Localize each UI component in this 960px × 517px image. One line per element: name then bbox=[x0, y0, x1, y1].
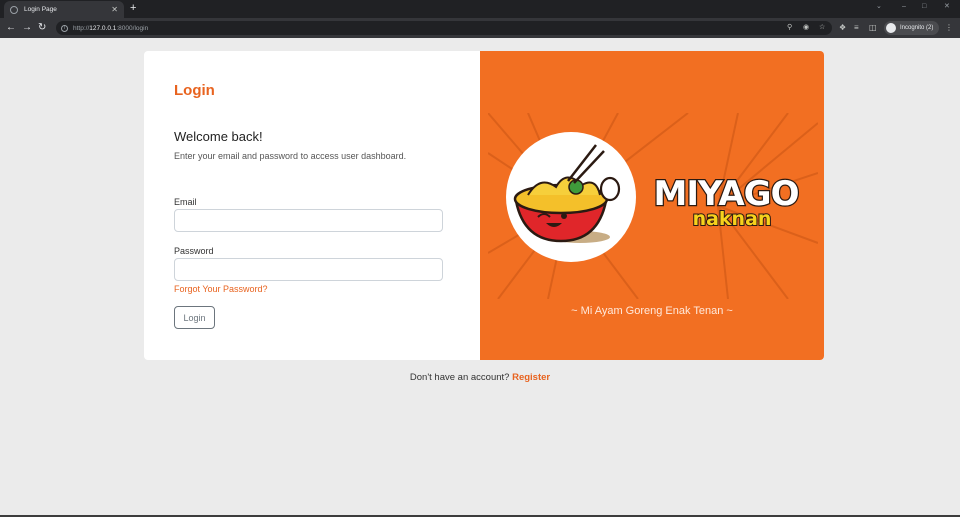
zoom-icon[interactable]: ⚲ bbox=[787, 21, 792, 35]
browser-menu-icon[interactable]: ⋮ bbox=[945, 21, 953, 35]
incognito-icon bbox=[886, 23, 896, 33]
reading-list-icon[interactable]: ≡ bbox=[854, 21, 859, 35]
reload-icon[interactable]: ↻ bbox=[38, 21, 46, 34]
browser-toolbar: ← → ↻ i http://127.0.0.1:8000/login ⚲ ◉ … bbox=[0, 18, 960, 38]
password-label: Password bbox=[174, 246, 214, 256]
close-tab-icon[interactable]: ✕ bbox=[111, 5, 118, 14]
bookmark-star-icon[interactable]: ☆ bbox=[819, 21, 825, 35]
tab-title: Login Page bbox=[24, 6, 57, 13]
site-info-icon[interactable]: i bbox=[61, 24, 68, 32]
register-link[interactable]: Register bbox=[512, 372, 550, 383]
new-tab-button[interactable]: + bbox=[130, 2, 136, 14]
logo-text-naknan: naknan bbox=[693, 208, 772, 230]
incognito-label: Incognito (2) bbox=[900, 25, 934, 31]
forgot-password-link[interactable]: Forgot Your Password? bbox=[174, 284, 268, 294]
eye-slash-icon[interactable]: ◉ bbox=[803, 21, 809, 35]
maximize-icon[interactable]: □ bbox=[922, 3, 926, 11]
login-subtitle: Enter your email and password to access … bbox=[174, 151, 407, 161]
incognito-badge[interactable]: Incognito (2) bbox=[884, 21, 940, 35]
browser-tab[interactable]: Login Page ✕ bbox=[4, 1, 124, 18]
email-field[interactable] bbox=[174, 209, 443, 232]
back-arrow-icon[interactable]: ← bbox=[6, 21, 16, 34]
brand-panel: MIYAGO naknan ~ Mi Ayam Goreng Enak Tena… bbox=[480, 51, 824, 360]
address-bar[interactable]: i http://127.0.0.1:8000/login ⚲ ◉ ☆ bbox=[56, 21, 832, 35]
forward-arrow-icon[interactable]: → bbox=[22, 21, 32, 34]
extensions-icon[interactable]: ❖ bbox=[839, 21, 846, 35]
welcome-heading: Welcome back! bbox=[174, 129, 263, 144]
minimize-icon[interactable]: – bbox=[902, 3, 906, 11]
login-form-panel: Login Welcome back! Enter your email and… bbox=[144, 51, 480, 360]
login-button[interactable]: Login bbox=[174, 306, 215, 329]
brand-tagline: ~ Mi Ayam Goreng Enak Tenan ~ bbox=[571, 305, 733, 317]
browser-tabstrip: Login Page ✕ + ⌄ – □ ✕ bbox=[0, 0, 960, 18]
miyago-logo-banner: MIYAGO naknan bbox=[488, 113, 818, 299]
window-close-icon[interactable]: ✕ bbox=[944, 3, 950, 11]
side-panel-icon[interactable]: ◫ bbox=[869, 21, 877, 35]
tab-search-icon[interactable]: ⌄ bbox=[876, 3, 882, 11]
password-field[interactable] bbox=[174, 258, 443, 281]
register-prompt: Don't have an account? Register bbox=[0, 372, 960, 383]
address-url[interactable]: http://127.0.0.1:8000/login bbox=[73, 25, 148, 32]
email-label: Email bbox=[174, 197, 197, 207]
register-prompt-text: Don't have an account? bbox=[409, 372, 510, 383]
login-card: Login Welcome back! Enter your email and… bbox=[144, 51, 824, 360]
login-heading: Login bbox=[174, 82, 215, 99]
globe-icon bbox=[10, 5, 18, 14]
